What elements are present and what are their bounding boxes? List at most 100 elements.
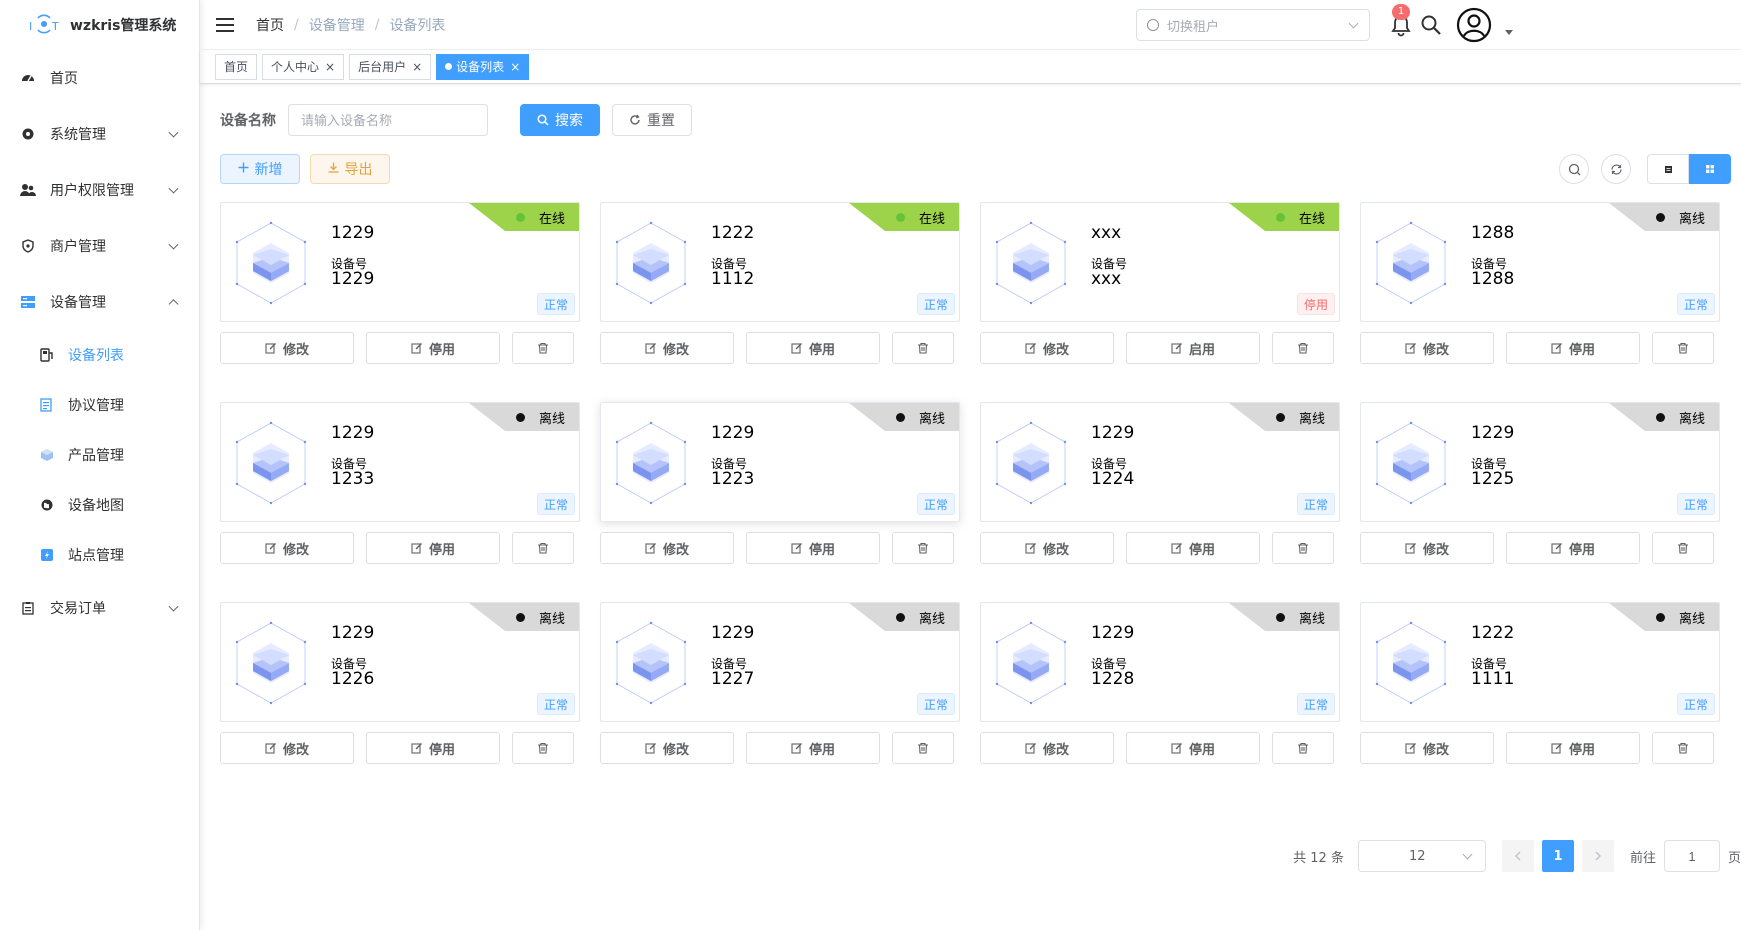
close-icon[interactable]: × (412, 60, 422, 74)
edit-button[interactable]: 修改 (1360, 732, 1494, 764)
user-avatar-icon[interactable] (1456, 7, 1492, 43)
sidebar-subitem-device-list[interactable]: 设备列表 (0, 330, 199, 380)
delete-button[interactable] (892, 732, 954, 764)
toggle-status-button[interactable]: 停用 (1506, 532, 1640, 564)
collapse-menu-icon[interactable] (216, 16, 234, 34)
toggle-status-button[interactable]: 停用 (1506, 332, 1640, 364)
tag-home[interactable]: 首页 (215, 53, 258, 80)
list-view-button[interactable] (1647, 154, 1689, 184)
sidebar-item-home[interactable]: 首页 (0, 50, 199, 106)
sidebar-subitem-product[interactable]: 产品管理 (0, 430, 199, 480)
add-button[interactable]: 新增 (220, 154, 300, 184)
toggle-status-button[interactable]: 停用 (1126, 732, 1260, 764)
page-unit-label: 页 (1727, 850, 1741, 866)
device-cube-icon (995, 421, 1067, 505)
export-button[interactable]: 导出 (310, 154, 390, 184)
edit-button[interactable]: 修改 (980, 332, 1114, 364)
sidebar-item-system[interactable]: 系统管理 (0, 106, 199, 162)
globe-icon (40, 498, 54, 512)
prev-page-button[interactable] (1501, 840, 1534, 872)
device-state-tag: 正常 (1676, 693, 1715, 715)
side-menu: 首页 系统管理 用户权限管理 商户管理 设备管理 设备列表 协议管理 产品管理 … (0, 50, 199, 636)
delete-button[interactable] (512, 532, 574, 564)
next-page-button[interactable] (1581, 840, 1614, 872)
device-card[interactable]: 1229 设备号 1223 离线 正常 (600, 402, 960, 522)
tag-device-list[interactable]: 设备列表 × (436, 53, 530, 80)
edit-button[interactable]: 修改 (600, 332, 734, 364)
search-button[interactable]: 搜索 (520, 104, 600, 136)
device-card[interactable]: 1229 设备号 1224 离线 正常 (980, 402, 1340, 522)
edit-button[interactable]: 修改 (220, 332, 354, 364)
refresh-button[interactable] (1601, 154, 1631, 184)
delete-button[interactable] (892, 532, 954, 564)
device-card[interactable]: 1229 设备号 1227 离线 正常 (600, 602, 960, 722)
edit-button[interactable]: 修改 (1360, 332, 1494, 364)
device-card[interactable]: 1288 设备号 1288 离线 正常 (1360, 202, 1720, 322)
sidebar-item-orders[interactable]: 交易订单 (0, 580, 199, 636)
online-status-text: 离线 (538, 411, 565, 427)
device-card[interactable]: 1229 设备号 1228 离线 正常 (980, 602, 1340, 722)
edit-icon (1171, 542, 1183, 554)
sidebar-item-permissions[interactable]: 用户权限管理 (0, 162, 199, 218)
delete-button[interactable] (892, 332, 954, 364)
edit-button[interactable]: 修改 (600, 732, 734, 764)
device-card[interactable]: 1229 设备号 1226 离线 正常 (220, 602, 580, 722)
edit-button[interactable]: 修改 (1360, 532, 1494, 564)
delete-button[interactable] (1652, 332, 1714, 364)
device-no: 1223 (711, 469, 755, 489)
toggle-status-button[interactable]: 启用 (1126, 332, 1260, 364)
caret-down-icon[interactable] (1505, 30, 1513, 35)
device-card[interactable]: 1229 设备号 1233 离线 正常 (220, 402, 580, 522)
edit-button[interactable]: 修改 (980, 732, 1114, 764)
device-card[interactable]: 1229 设备号 1229 在线 正常 (220, 202, 580, 322)
device-card[interactable]: xxx 设备号 xxx 在线 停用 (980, 202, 1340, 322)
device-card-cell: 1222 设备号 1112 在线 正常 修改 停用 (600, 202, 960, 402)
edit-button[interactable]: 修改 (980, 532, 1114, 564)
sidebar-item-device[interactable]: 设备管理 (0, 274, 199, 330)
delete-button[interactable] (1272, 532, 1334, 564)
sidebar-item-label: 站点管理 (68, 548, 124, 564)
close-icon[interactable]: × (510, 60, 520, 74)
close-icon[interactable]: × (325, 60, 335, 74)
document-icon (40, 398, 54, 412)
breadcrumb-item[interactable]: 首页 (256, 15, 284, 35)
delete-button[interactable] (512, 332, 574, 364)
toggle-status-button[interactable]: 停用 (746, 532, 880, 564)
search-icon[interactable] (1420, 14, 1442, 36)
tag-admin-users[interactable]: 后台用户 × (349, 53, 432, 80)
delete-button[interactable] (1652, 532, 1714, 564)
goto-page-input[interactable] (1663, 840, 1720, 872)
card-view-button[interactable] (1689, 154, 1731, 184)
sidebar-subitem-protocol[interactable]: 协议管理 (0, 380, 199, 430)
toggle-status-button[interactable]: 停用 (746, 332, 880, 364)
sidebar-item-merchant[interactable]: 商户管理 (0, 218, 199, 274)
page-number-button[interactable]: 1 (1541, 840, 1574, 872)
reset-button[interactable]: 重置 (612, 104, 692, 136)
toggle-status-button[interactable]: 停用 (366, 332, 500, 364)
edit-button[interactable]: 修改 (220, 532, 354, 564)
toggle-status-button[interactable]: 停用 (366, 732, 500, 764)
page-size-select[interactable]: 12 (1357, 840, 1486, 872)
edit-button[interactable]: 修改 (600, 532, 734, 564)
device-card[interactable]: 1229 设备号 1225 离线 正常 (1360, 402, 1720, 522)
tag-profile[interactable]: 个人中心 × (262, 53, 345, 80)
delete-button[interactable] (1272, 332, 1334, 364)
toggle-status-button[interactable]: 停用 (1126, 532, 1260, 564)
delete-button[interactable] (1272, 732, 1334, 764)
sidebar-subitem-station[interactable]: 站点管理 (0, 530, 199, 580)
delete-button[interactable] (1652, 732, 1714, 764)
edit-icon (265, 342, 277, 354)
delete-button[interactable] (512, 732, 574, 764)
toggle-status-button[interactable]: 停用 (1506, 732, 1640, 764)
sidebar-subitem-map[interactable]: 设备地图 (0, 480, 199, 530)
device-name-input[interactable] (288, 104, 488, 136)
toggle-status-button[interactable]: 停用 (366, 532, 500, 564)
edit-button[interactable]: 修改 (220, 732, 354, 764)
toggle-status-button[interactable]: 停用 (746, 732, 880, 764)
device-card-cell: 1229 设备号 1233 离线 正常 修改 停用 (220, 402, 580, 602)
device-card[interactable]: 1222 设备号 1112 在线 正常 (600, 202, 960, 322)
logo[interactable]: I T wzkris管理系统 (0, 0, 199, 50)
toggle-search-button[interactable] (1559, 154, 1589, 184)
tenant-select[interactable]: 切换租户 (1136, 9, 1370, 41)
device-card[interactable]: 1222 设备号 1111 离线 正常 (1360, 602, 1720, 722)
